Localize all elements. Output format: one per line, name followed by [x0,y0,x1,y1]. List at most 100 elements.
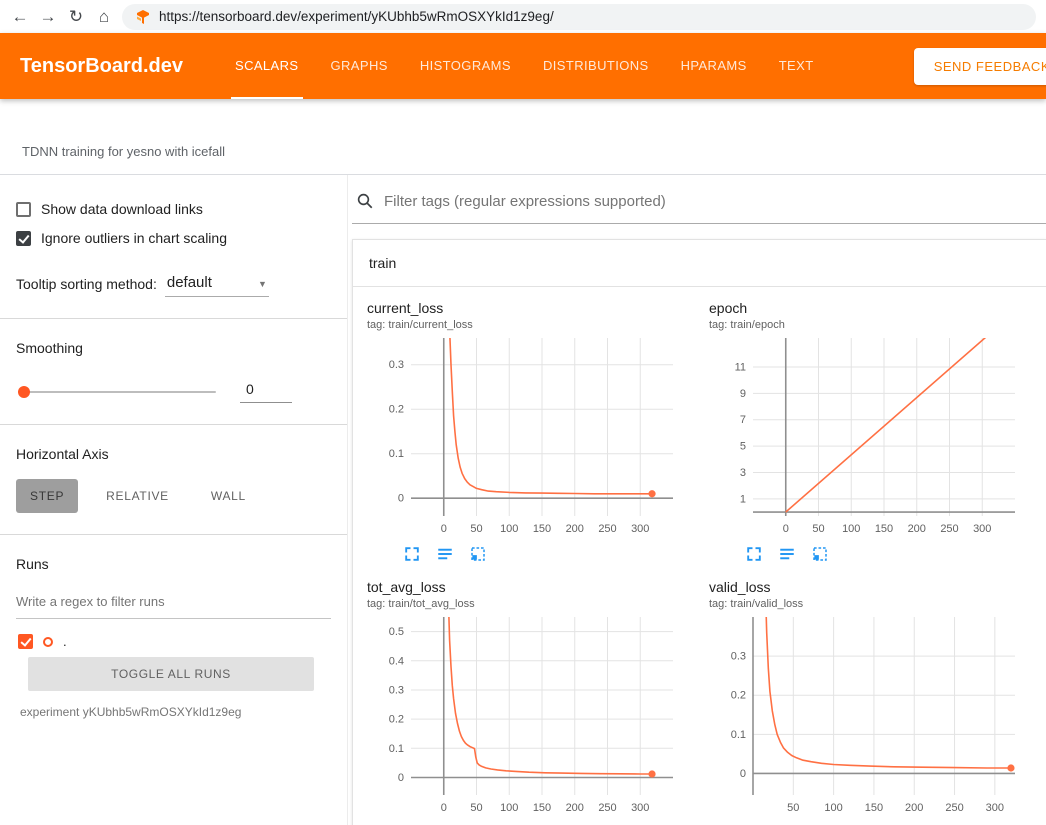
chart-tot-avg-loss: tot_avg_loss tag: train/tot_avg_loss 050… [367,579,709,825]
svg-text:0.3: 0.3 [731,651,746,663]
svg-text:250: 250 [598,523,616,535]
axis-relative-button[interactable]: RELATIVE [92,479,183,513]
smoothing-slider[interactable] [20,391,216,393]
svg-text:0: 0 [783,523,789,535]
tag-group-card: train current_loss tag: train/current_lo… [352,239,1046,825]
app-header: TensorBoard.dev SCALARS GRAPHS HISTOGRAM… [0,33,1046,99]
svg-text:0.1: 0.1 [731,729,746,741]
search-icon [356,192,374,210]
svg-text:300: 300 [631,802,649,814]
run-list-item[interactable]: . [18,634,331,649]
tab-text[interactable]: TEXT [775,33,818,99]
reload-icon[interactable]: ↻ [62,0,90,33]
chart-tag: tag: train/epoch [709,319,1046,331]
svg-text:0: 0 [398,493,404,505]
svg-text:300: 300 [631,523,649,535]
ignore-outliers-checkbox[interactable]: Ignore outliers in chart scaling [16,230,331,246]
line-chart[interactable]: 0501001502002503001357911 [709,335,1025,543]
svg-text:250: 250 [945,802,963,814]
tag-filter-row[interactable]: Filter tags (regular expressions support… [352,185,1046,224]
tab-graphs[interactable]: GRAPHS [327,33,392,99]
svg-text:300: 300 [973,523,991,535]
svg-text:100: 100 [500,523,518,535]
axis-wall-button[interactable]: WALL [197,479,260,513]
data-table-icon[interactable] [436,545,454,563]
run-checkbox-icon[interactable] [18,634,33,649]
svg-text:150: 150 [865,802,883,814]
expand-chart-icon[interactable] [745,545,763,563]
svg-text:0: 0 [740,768,746,780]
svg-text:7: 7 [740,414,746,426]
chart-tag: tag: train/tot_avg_loss [367,598,709,610]
content-area: Show data download links Ignore outliers… [0,175,1046,825]
svg-text:250: 250 [598,802,616,814]
run-filter-input[interactable] [16,590,331,619]
line-chart[interactable]: 5010015020025030000.10.20.3 [709,614,1025,822]
svg-text:100: 100 [824,802,842,814]
checkbox-checked-icon[interactable] [16,231,31,246]
svg-text:0.2: 0.2 [389,714,404,726]
tab-scalars[interactable]: SCALARS [231,33,303,99]
axis-step-button[interactable]: STEP [16,479,78,513]
home-icon[interactable]: ⌂ [90,0,118,33]
chart-epoch: epoch tag: train/epoch 05010015020025030… [709,300,1046,565]
checkbox-label: Show data download links [41,201,203,217]
nav-tabs: SCALARS GRAPHS HISTOGRAMS DISTRIBUTIONS … [231,33,842,99]
send-feedback-button[interactable]: SEND FEEDBACK [914,48,1046,85]
forward-icon[interactable]: → [34,0,62,33]
svg-text:1: 1 [740,493,746,505]
tooltip-sorting-label: Tooltip sorting method: [16,276,157,297]
fit-domain-icon[interactable] [811,545,829,563]
svg-text:200: 200 [905,802,923,814]
svg-text:200: 200 [908,523,926,535]
address-bar[interactable]: https://tensorboard.dev/experiment/yKUbh… [122,4,1036,30]
slider-thumb[interactable] [18,386,30,398]
svg-text:50: 50 [470,523,482,535]
tab-histograms[interactable]: HISTOGRAMS [416,33,515,99]
svg-text:9: 9 [740,388,746,400]
charts-grid: current_loss tag: train/current_loss 050… [353,287,1046,825]
toggle-all-runs-button[interactable]: TOGGLE ALL RUNS [28,657,314,691]
line-chart[interactable]: 05010015020025030000.10.20.3 [367,335,683,543]
svg-text:0.3: 0.3 [389,684,404,696]
svg-text:0.1: 0.1 [389,743,404,755]
tag-group-header[interactable]: train [353,240,1046,287]
svg-text:150: 150 [875,523,893,535]
svg-text:150: 150 [533,523,551,535]
smoothing-value-input[interactable]: 0 [240,381,292,403]
app-logo[interactable]: TensorBoard.dev [20,55,183,78]
settings-sidebar: Show data download links Ignore outliers… [0,175,348,825]
line-chart[interactable]: 05010015020025030000.10.20.30.40.5 [367,614,683,822]
svg-text:0.5: 0.5 [389,626,404,638]
tab-hparams[interactable]: HPARAMS [677,33,751,99]
svg-text:100: 100 [842,523,860,535]
chart-current-loss: current_loss tag: train/current_loss 050… [367,300,709,565]
tab-distributions[interactable]: DISTRIBUTIONS [539,33,653,99]
checkbox-label: Ignore outliers in chart scaling [41,230,227,246]
show-download-links-checkbox[interactable]: Show data download links [16,201,331,217]
experiment-id-note: experiment yKUbhb5wRmOSXYkId1z9eg [20,705,331,719]
data-table-icon[interactable] [778,545,796,563]
experiment-description: TDNN training for yesno with icefall [0,99,1046,175]
tooltip-sorting-dropdown[interactable]: default ▼ [165,272,269,297]
chart-tag: tag: train/valid_loss [709,598,1046,610]
checkbox-unchecked-icon[interactable] [16,202,31,217]
main-panel: Filter tags (regular expressions support… [348,175,1046,825]
fit-domain-icon[interactable] [469,545,487,563]
svg-text:5: 5 [740,441,746,453]
chevron-down-icon: ▼ [258,276,267,289]
svg-text:300: 300 [986,802,1004,814]
chart-toolbar [367,545,709,565]
dropdown-value: default [167,274,212,291]
svg-text:3: 3 [740,467,746,479]
horizontal-axis-heading: Horizontal Axis [16,446,331,462]
svg-text:0: 0 [441,802,447,814]
svg-text:0.3: 0.3 [389,359,404,371]
svg-text:0.2: 0.2 [731,690,746,702]
svg-text:50: 50 [470,802,482,814]
smoothing-heading: Smoothing [16,340,331,356]
expand-chart-icon[interactable] [403,545,421,563]
url-text: https://tensorboard.dev/experiment/yKUbh… [159,9,554,24]
back-icon[interactable]: ← [6,0,34,33]
svg-text:150: 150 [533,802,551,814]
